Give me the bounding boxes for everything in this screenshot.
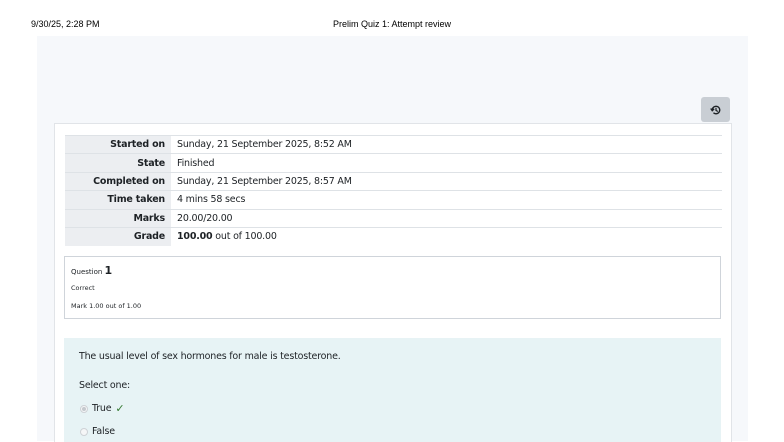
- summary-label: Time taken: [65, 190, 171, 210]
- answer-label: False: [92, 426, 115, 437]
- radio-button-selected[interactable]: [80, 404, 88, 413]
- answer-option-false[interactable]: False: [80, 426, 115, 437]
- answer-label: True: [92, 403, 112, 414]
- answer-option-true[interactable]: True ✓: [80, 401, 125, 415]
- summary-value: Sunday, 21 September 2025, 8:52 AM: [171, 134, 722, 154]
- correct-check-icon: ✓: [115, 401, 125, 415]
- question-info: Question 1 Correct Mark 1.00 out of 1.00: [64, 256, 721, 319]
- answer-prompt: Select one:: [79, 380, 131, 391]
- question-state: Correct: [71, 284, 95, 292]
- grade-out-of: out of 100.00: [212, 231, 277, 243]
- history-button[interactable]: [701, 97, 730, 122]
- summary-row: Time taken 4 mins 58 secs: [65, 190, 722, 210]
- summary-row: Started on Sunday, 21 September 2025, 8:…: [65, 134, 722, 154]
- summary-label: State: [65, 153, 171, 173]
- summary-label: Grade: [65, 226, 171, 246]
- summary-row: Marks 20.00/20.00: [65, 208, 722, 228]
- print-title: Prelim Quiz 1: Attempt review: [332, 19, 452, 29]
- summary-value: 20.00/20.00: [171, 208, 722, 228]
- attempt-review-content: Started on Sunday, 21 September 2025, 8:…: [54, 123, 732, 442]
- question-text: The usual level of sex hormones for male…: [79, 351, 341, 362]
- summary-value: Finished: [171, 153, 722, 173]
- print-header: 9/30/25, 2:28 PM Prelim Quiz 1: Attempt …: [0, 0, 784, 36]
- radio-button[interactable]: [80, 427, 88, 436]
- summary-value: 100.00 out of 100.00: [171, 226, 722, 246]
- question-number-value: 1: [104, 264, 113, 277]
- question-mark: Mark 1.00 out of 1.00: [71, 302, 142, 310]
- question-prefix: Question: [71, 268, 103, 276]
- attempt-summary-table: Started on Sunday, 21 September 2025, 8:…: [65, 134, 722, 246]
- history-icon: [709, 105, 720, 114]
- summary-row: Grade 100.00 out of 100.00: [65, 226, 722, 246]
- summary-label: Marks: [65, 208, 171, 228]
- summary-value: 4 mins 58 secs: [171, 190, 722, 210]
- grade-value: 100.00: [177, 231, 213, 243]
- summary-row: State Finished: [65, 153, 722, 173]
- summary-label: Completed on: [65, 171, 171, 191]
- question-number: Question 1: [71, 264, 112, 277]
- summary-label: Started on: [65, 134, 171, 154]
- summary-row: Completed on Sunday, 21 September 2025, …: [65, 171, 722, 191]
- summary-value: Sunday, 21 September 2025, 8:57 AM: [171, 171, 722, 191]
- question-formulation: The usual level of sex hormones for male…: [64, 338, 721, 442]
